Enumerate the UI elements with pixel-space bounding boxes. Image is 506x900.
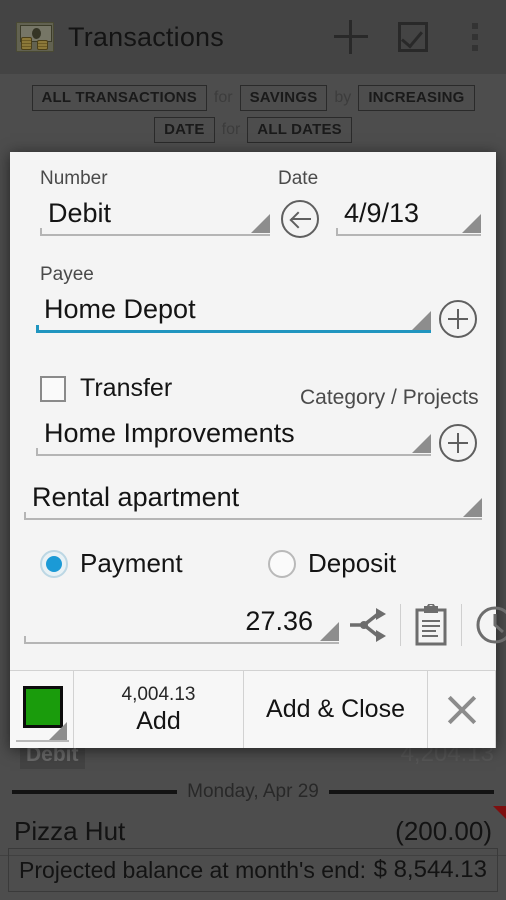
clock-icon[interactable] [474, 604, 506, 646]
close-dialog-button[interactable] [428, 671, 496, 748]
add-button[interactable]: 4,004.13 Add [74, 671, 244, 748]
screen: Transactions ALL TRANSACTIONS for SAVING… [0, 0, 506, 900]
chevron-down-icon [49, 722, 67, 740]
number-value: Debit [48, 198, 112, 228]
number-label: Number [40, 168, 108, 189]
transfer-label: Transfer [80, 374, 173, 402]
category-value: Home Improvements [44, 418, 295, 448]
payment-label: Payment [80, 548, 183, 578]
add-and-close-button[interactable]: Add & Close [244, 671, 428, 748]
checkbox-icon [40, 375, 66, 402]
radio-payment[interactable]: Payment [40, 548, 183, 579]
date-spinner[interactable]: 4/9/13 [336, 196, 481, 236]
chevron-down-icon [462, 214, 481, 233]
project-value: Rental apartment [32, 482, 240, 512]
date-label: Date [278, 168, 319, 189]
chevron-down-icon [412, 434, 431, 453]
add-button-label: Add [136, 706, 181, 735]
date-value: 4/9/13 [344, 198, 420, 228]
close-x-icon [444, 692, 480, 728]
transaction-form: Number Date Debit 4/9/13 Payee Home Depo… [10, 152, 506, 670]
color-swatch-button[interactable] [10, 671, 74, 748]
chevron-down-icon [251, 214, 270, 233]
circle-plus-icon [439, 424, 477, 462]
chevron-down-icon [463, 498, 482, 517]
running-total: 4,004.13 [121, 683, 196, 705]
amount-field[interactable]: 27.36 [24, 604, 339, 644]
add-and-close-label: Add & Close [266, 695, 405, 723]
payee-label: Payee [40, 264, 94, 285]
deposit-label: Deposit [308, 548, 397, 578]
number-spinner[interactable]: Debit [40, 196, 270, 236]
payee-value: Home Depot [44, 294, 196, 324]
radio-selected-icon [40, 549, 68, 578]
circle-arrow-left-icon [281, 200, 319, 238]
divider [461, 604, 462, 646]
split-arrows-icon[interactable] [346, 605, 388, 645]
divider [400, 604, 401, 646]
category-projects-label: Category / Projects [300, 386, 479, 409]
clipboard-notes-icon[interactable] [413, 604, 449, 646]
radio-unselected-icon [268, 549, 296, 578]
add-category-button[interactable] [439, 424, 477, 462]
circle-plus-icon [439, 300, 477, 338]
transaction-dialog: Number Date Debit 4/9/13 Payee Home Depo… [10, 152, 506, 748]
radio-deposit[interactable]: Deposit [268, 548, 396, 579]
date-back-button[interactable] [281, 200, 319, 238]
chevron-down-icon [320, 622, 339, 641]
dialog-button-bar: 4,004.13 Add Add & Close [10, 670, 496, 748]
transfer-checkbox[interactable]: Transfer [40, 374, 172, 403]
payee-spinner[interactable]: Home Depot [36, 292, 431, 333]
add-payee-button[interactable] [439, 300, 477, 338]
amount-value: 27.36 [245, 606, 313, 636]
chevron-down-icon [412, 311, 431, 330]
amount-actions [346, 604, 506, 646]
category-spinner[interactable]: Home Improvements [36, 416, 431, 456]
project-spinner[interactable]: Rental apartment [24, 480, 482, 520]
